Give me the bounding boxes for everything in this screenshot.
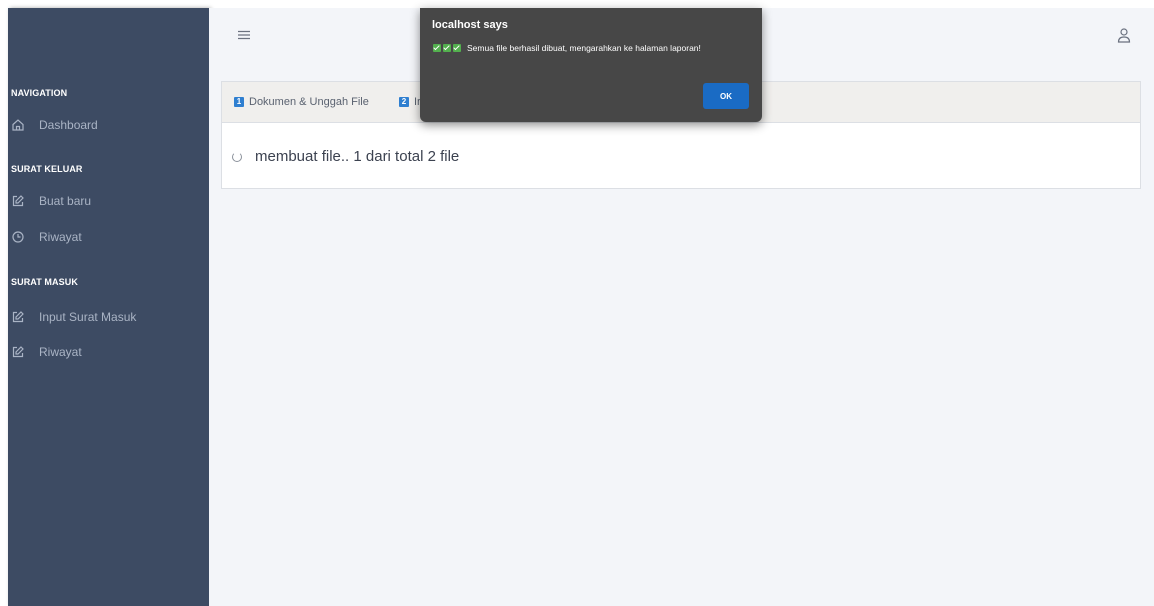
sidebar-item-label: Dashboard — [39, 118, 98, 132]
edit-icon — [11, 310, 25, 324]
home-icon — [11, 118, 25, 132]
nav-heading-surat-masuk: SURAT MASUK — [11, 277, 78, 287]
dialog-title: localhost says — [432, 19, 508, 31]
user-icon[interactable] — [1117, 27, 1131, 45]
alert-dialog: localhost says Semua file berhasil dibua… — [420, 8, 762, 122]
dialog-message: Semua file berhasil dibuat, mengarahkan … — [433, 43, 701, 53]
edit-icon — [11, 345, 25, 359]
tab-dokumen-unggah[interactable]: 1 Dokumen & Unggah File — [234, 95, 369, 109]
sidebar-item-label: Riwayat — [39, 230, 82, 244]
sidebar-item-label: Riwayat — [39, 345, 82, 359]
sidebar-item-input-surat-masuk[interactable]: Input Surat Masuk — [11, 306, 136, 328]
sidebar: NAVIGATION Dashboard SURAT KELUAR Buat b… — [8, 8, 209, 606]
edit-icon — [11, 194, 25, 208]
spinner-icon — [232, 151, 242, 162]
tab-step-2[interactable]: 2 Ir — [399, 95, 421, 109]
step-number-badge: 2 — [399, 97, 409, 107]
sidebar-item-dashboard[interactable]: Dashboard — [11, 114, 98, 136]
hamburger-icon[interactable] — [237, 28, 251, 42]
progress-status: membuat file.. 1 dari total 2 file — [232, 148, 459, 165]
sidebar-item-buat-baru[interactable]: Buat baru — [11, 190, 91, 212]
tab-label: Dokumen & Unggah File — [249, 96, 369, 108]
dialog-message-text: Semua file berhasil dibuat, mengarahkan … — [467, 43, 701, 53]
check-icon — [433, 44, 441, 52]
check-emojis — [433, 44, 463, 52]
sidebar-item-riwayat-keluar[interactable]: Riwayat — [11, 226, 82, 248]
nav-heading-surat-keluar: SURAT KELUAR — [11, 164, 83, 174]
clock-icon — [11, 230, 25, 244]
progress-text: membuat file.. 1 dari total 2 file — [255, 148, 460, 165]
check-icon — [453, 44, 461, 52]
sidebar-item-label: Input Surat Masuk — [39, 310, 137, 324]
ok-button[interactable]: OK — [703, 83, 749, 109]
sidebar-item-riwayat-masuk[interactable]: Riwayat — [11, 341, 82, 363]
nav-heading-navigation: NAVIGATION — [11, 88, 68, 98]
step-number-badge: 1 — [234, 97, 244, 107]
check-icon — [443, 44, 451, 52]
sidebar-item-label: Buat baru — [39, 194, 92, 208]
